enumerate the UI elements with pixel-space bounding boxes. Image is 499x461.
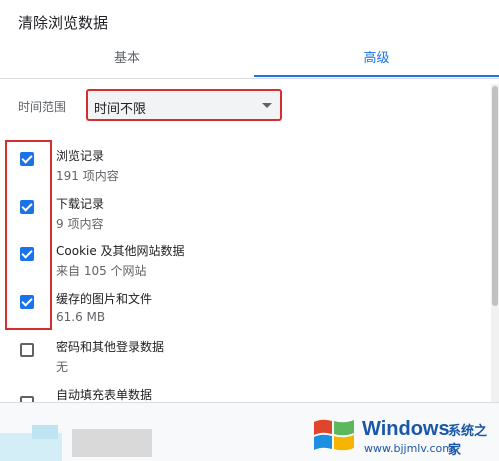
item-label: 密码和其他登录数据 [56, 340, 165, 354]
item-sublabel: 61.6 MB [56, 310, 106, 324]
item-label: 浏览记录 [56, 149, 105, 163]
windows-logo-icon [314, 419, 354, 451]
item-cookies[interactable]: Cookie 及其他网站数据 来自 105 个网站 [0, 242, 480, 286]
item-label: 下载记录 [56, 197, 105, 211]
watermark-brand: Windows [362, 418, 450, 440]
tab-basic[interactable]: 基本 [0, 42, 254, 76]
item-download-history[interactable]: 下载记录 9 项内容 [0, 195, 480, 239]
time-range-label: 时间范围 [18, 100, 67, 114]
item-sublabel: 无 [56, 360, 69, 374]
tab-bar: 基本 高级 [0, 42, 499, 78]
checkmark-icon [21, 247, 33, 259]
dialog-title: 清除浏览数据 [18, 14, 109, 32]
item-cached-files[interactable]: 缓存的图片和文件 61.6 MB [0, 290, 480, 334]
tab-advanced[interactable]: 高级 [254, 42, 499, 76]
checkbox[interactable] [20, 200, 34, 214]
blurred-button [72, 429, 152, 457]
item-sublabel: 191 项内容 [56, 169, 119, 183]
blurred-button [32, 425, 58, 439]
checkbox[interactable] [20, 295, 34, 309]
checkmark-icon [21, 295, 33, 307]
item-sublabel: 来自 105 个网站 [56, 264, 147, 278]
watermark-url: www.bjjmlv.com [364, 442, 453, 455]
dropdown-arrow-icon [262, 103, 272, 108]
checkbox[interactable] [20, 343, 34, 357]
time-range-select[interactable]: 时间不限 [86, 89, 282, 121]
tabs-divider [0, 78, 499, 79]
time-range-value: 时间不限 [94, 102, 147, 117]
item-label: 自动填充表单数据 [56, 388, 153, 402]
item-label: 缓存的图片和文件 [56, 292, 153, 306]
item-browsing-history[interactable]: 浏览记录 191 项内容 [0, 147, 480, 191]
scrollbar-thumb[interactable] [492, 86, 498, 306]
active-tab-indicator [254, 75, 499, 77]
checkbox[interactable] [20, 152, 34, 166]
item-passwords[interactable]: 密码和其他登录数据 无 [0, 338, 480, 382]
watermark-brand-cn: 系统之家 [448, 424, 488, 458]
checkbox[interactable] [20, 247, 34, 261]
item-sublabel: 9 项内容 [56, 217, 104, 231]
checkmark-icon [21, 200, 33, 212]
item-label: Cookie 及其他网站数据 [56, 244, 185, 258]
checkmark-icon [21, 152, 33, 164]
item-autofill[interactable]: 自动填充表单数据 [0, 386, 480, 402]
